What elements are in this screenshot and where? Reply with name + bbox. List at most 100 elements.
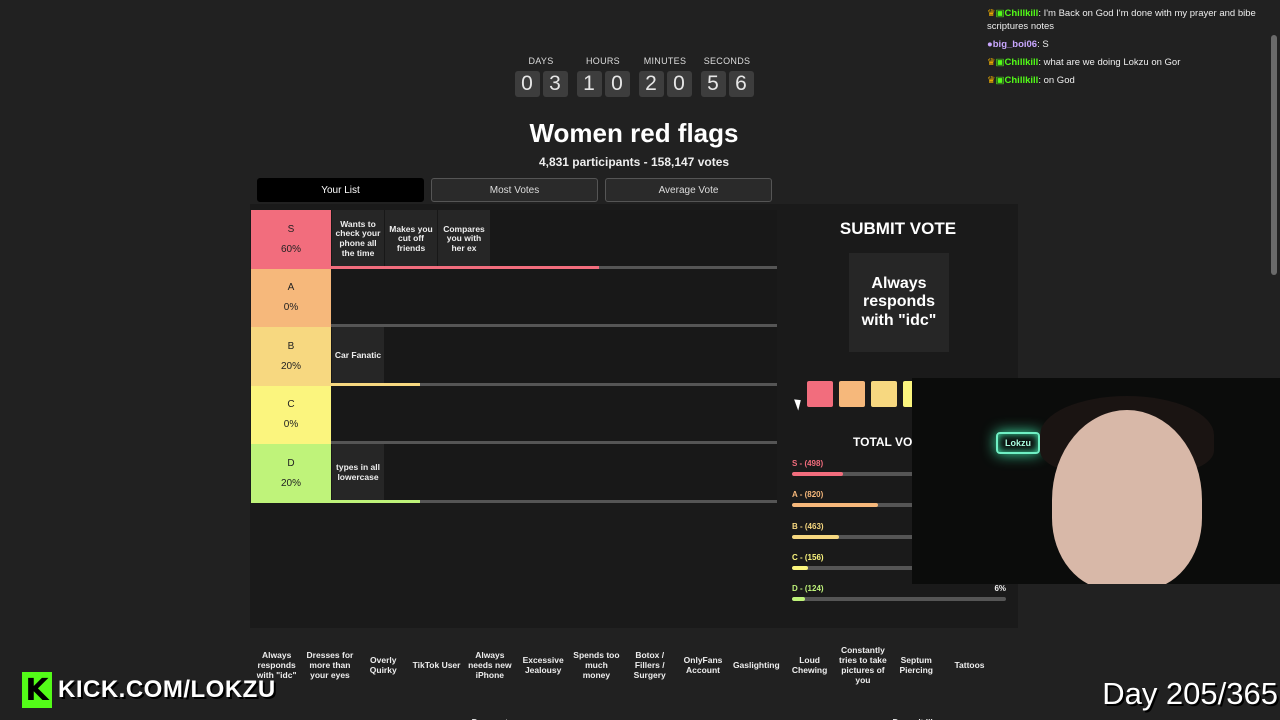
chat-message: ♛▣Chillkill: what are we doing Lokzu on … xyxy=(987,56,1259,69)
unranked-item[interactable]: Trust xyxy=(676,702,729,720)
tab-average-vote[interactable]: Average Vote xyxy=(605,178,772,202)
countdown-seconds: SECONDS 5 6 xyxy=(699,56,755,97)
page-title: Women red flags xyxy=(529,118,739,148)
countdown-digit: 0 xyxy=(604,71,630,97)
countdown-digit: 5 xyxy=(700,71,726,97)
chat-username[interactable]: big_boi06 xyxy=(993,39,1037,50)
tier-item[interactable]: Makes you cut off friends xyxy=(385,210,437,269)
total-votes-title: TOTAL VO xyxy=(853,435,913,449)
tier-percent: 0% xyxy=(283,302,299,314)
current-vote-item: Always responds with "idc" xyxy=(849,253,949,352)
unranked-item[interactable]: Septum Piercing xyxy=(890,640,943,692)
unranked-item[interactable]: Too much xyxy=(303,702,356,720)
tier-label: S 60% xyxy=(251,210,331,269)
unranked-item[interactable]: Gaslighting xyxy=(730,640,783,692)
countdown-digits: 03 xyxy=(514,71,568,97)
tier-percent: 60% xyxy=(280,243,301,255)
tab-most-votes[interactable]: Most Votes xyxy=(431,178,598,202)
tier-list: S 60% Wants to check your phone all the ti… xyxy=(251,210,777,503)
chat-message: ♛▣Chillkill: on God xyxy=(987,74,1259,87)
unranked-item[interactable]: Very xyxy=(783,702,836,720)
tier-progress-fill xyxy=(331,499,421,503)
unranked-item[interactable]: Constantly tries to take pictures of you xyxy=(836,640,889,692)
tier-name: B xyxy=(287,340,295,352)
chat-username[interactable]: Chillkill xyxy=(1005,57,1039,68)
kick-k-icon: K xyxy=(22,672,52,708)
unranked-item[interactable] xyxy=(357,702,410,720)
tier-label: A 0% xyxy=(251,268,331,327)
tier-items: Car Fanatic xyxy=(331,327,777,386)
tier-percent: 20% xyxy=(280,360,301,372)
webcam-overlay: Lokzu xyxy=(912,378,1280,584)
vote-button-1[interactable] xyxy=(807,381,833,407)
chat-text: on God xyxy=(1043,75,1075,86)
tier-row-b: B 20% Car Fanatic xyxy=(251,327,777,386)
tier-label: D 20% xyxy=(251,444,331,503)
countdown-digit: 2 xyxy=(638,71,664,97)
page-scrollbar[interactable] xyxy=(1271,35,1277,275)
countdown-digit: 0 xyxy=(666,71,692,97)
chat-text: what are we doing Lokzu on Gor xyxy=(1043,57,1181,68)
unranked-item[interactable]: Doesn't xyxy=(836,702,889,720)
unranked-item[interactable]: Loud Chewing xyxy=(783,640,836,692)
total-vote-fill xyxy=(792,565,809,570)
chat-username[interactable]: Chillkill xyxy=(1005,8,1039,19)
unranked-item[interactable]: Only has xyxy=(943,702,996,720)
total-vote-label: D - (124) xyxy=(792,584,824,594)
unranked-item[interactable]: Extremely xyxy=(516,702,569,720)
day-counter: Day 205/365 xyxy=(1102,676,1278,711)
total-vote-fill xyxy=(792,472,844,476)
countdown-hours: HOURS 1 0 xyxy=(575,56,631,97)
vote-buttons xyxy=(807,381,929,407)
unranked-item[interactable]: Excessive Jealousy xyxy=(516,640,569,692)
countdown-digit: 0 xyxy=(514,71,540,97)
countdown-label: DAYS xyxy=(528,56,554,66)
unranked-item[interactable]: One of the xyxy=(623,702,676,720)
tier-progress-bar xyxy=(331,499,777,503)
unranked-item[interactable]: Always needs new iPhone xyxy=(463,640,516,692)
total-vote-fill xyxy=(792,503,878,508)
list-tabs: Your List Most Votes Average Vote xyxy=(257,178,772,202)
tab-your-list[interactable]: Your List xyxy=(257,178,424,202)
chat-username[interactable]: Chillkill xyxy=(1005,75,1039,86)
tier-row-c: C 0% xyxy=(251,385,777,444)
chat-text: S xyxy=(1042,39,1049,50)
chat-message: ♛▣Chillkill: I'm Back on God I'm done wi… xyxy=(987,7,1259,33)
unranked-item[interactable]: Dresses for more than your eyes xyxy=(303,640,356,692)
unranked-item[interactable]: OnlyFans Account xyxy=(676,640,729,692)
unranked-item[interactable]: No xyxy=(570,702,623,720)
unranked-item[interactable] xyxy=(410,702,463,720)
tier-name: S xyxy=(287,223,295,235)
tier-name: D xyxy=(287,457,295,469)
countdown-digits: 10 xyxy=(576,71,630,97)
chat-overlay: ♛▣Chillkill: I'm Back on God I'm done wi… xyxy=(987,7,1259,92)
countdown-digit: 6 xyxy=(728,71,754,97)
kick-channel-url: KICK.COM/LOKZU xyxy=(58,676,276,703)
unranked-item[interactable]: TikTok User xyxy=(410,640,463,692)
countdown-digit: 1 xyxy=(576,71,602,97)
unranked-item[interactable]: Overly Quirky xyxy=(357,640,410,692)
tier-item[interactable]: Car Fanatic xyxy=(332,327,384,386)
tier-items: types in all lowercase xyxy=(331,444,777,503)
vote-button-2[interactable] xyxy=(839,381,865,407)
total-vote-percent: 6% xyxy=(994,584,1006,594)
tier-row-s: S 60% Wants to check your phone all the ti… xyxy=(251,210,777,269)
tier-item[interactable]: Wants to check your phone all the time xyxy=(332,210,384,269)
countdown-digits: 56 xyxy=(700,71,754,97)
tier-item[interactable]: Compares you with her ex xyxy=(438,210,490,269)
unranked-item[interactable]: Constantly xyxy=(996,702,1049,720)
total-vote-fill xyxy=(792,597,805,602)
unranked-item[interactable] xyxy=(730,702,783,720)
unranked-item[interactable]: Does not clean up xyxy=(463,702,516,720)
crown-badge-icon: ♛ xyxy=(987,75,996,86)
unranked-item[interactable]: Tattoos xyxy=(943,640,996,692)
unranked-item[interactable]: Spends too much money xyxy=(570,640,623,692)
tier-name: C xyxy=(287,399,295,411)
unranked-item[interactable]: Doesn't like when xyxy=(890,702,943,720)
vote-button-3[interactable] xyxy=(871,381,897,407)
total-vote-fill xyxy=(792,534,840,539)
unranked-item[interactable]: Botox / Fillers / Surgery xyxy=(623,640,676,692)
subscriber-badge-icon: ▣ xyxy=(995,75,1005,86)
countdown-days: DAYS 0 3 xyxy=(513,56,569,97)
tier-item[interactable]: types in all lowercase xyxy=(332,444,384,503)
